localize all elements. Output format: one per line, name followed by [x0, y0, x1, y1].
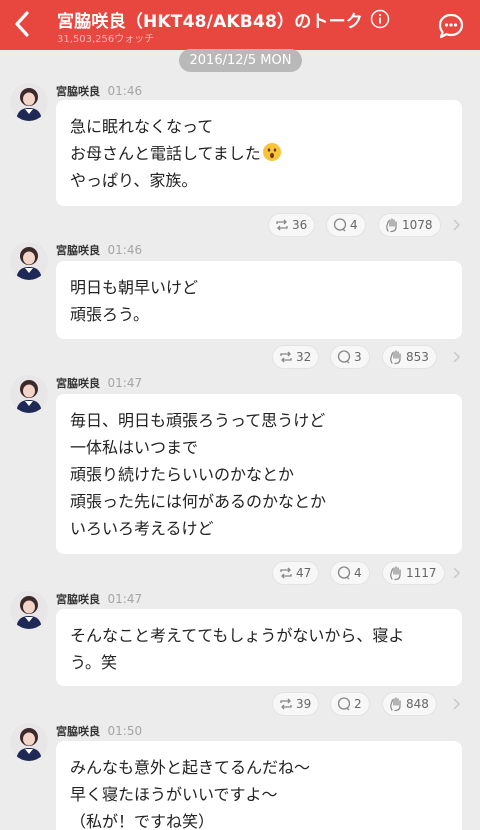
- avatar[interactable]: [10, 591, 48, 629]
- watcher-count: 31,503,256ウォッチ: [57, 34, 155, 45]
- comment-icon: [333, 218, 347, 232]
- message-text: お母さんと電話してました: [70, 144, 261, 163]
- post-meta: 宮脇咲良 01:50: [56, 723, 142, 739]
- message-line: 明日も朝早いけど: [70, 278, 199, 297]
- message-line: やっぱり、家族。: [70, 171, 198, 190]
- repost-icon: [280, 567, 292, 579]
- like-button[interactable]: 1117: [382, 561, 445, 585]
- like-button[interactable]: 1078: [378, 213, 441, 237]
- post-actions: 32 3 853: [0, 345, 480, 371]
- back-arrow-icon[interactable]: [8, 8, 38, 40]
- repost-count: 39: [296, 697, 312, 711]
- repost-button[interactable]: 47: [272, 561, 320, 585]
- page-title: 宮脇咲良（HKT48/AKB48）のトーク: [57, 12, 364, 32]
- comment-icon: [337, 697, 351, 711]
- post-meta: 宮脇咲良 01:47: [56, 591, 142, 607]
- message-bubble: そんなこと考えててもしょうがないから、寝よ う。笑: [56, 609, 462, 686]
- author-name: 宮脇咲良: [56, 593, 100, 606]
- message-line: 一体私はいつまで: [70, 438, 199, 457]
- astonished-face-icon: [262, 143, 281, 161]
- message-bubble: 毎日、明日も頑張ろうって思うけど 一体私はいつまで 頑張り続けたらいいのかなとか…: [56, 394, 462, 554]
- avatar[interactable]: [10, 723, 48, 761]
- chevron-right-icon[interactable]: [451, 349, 461, 365]
- avatar[interactable]: [10, 375, 48, 413]
- message-line: 頑張り続けたらいいのかなとか: [70, 465, 295, 484]
- author-name: 宮脇咲良: [56, 377, 100, 390]
- chat-bubble-icon[interactable]: [437, 12, 465, 40]
- comment-button[interactable]: 4: [330, 561, 370, 585]
- message-bubble: みんなも意外と起きてるんだね〜 早く寝たほうがいいですよ〜 （私が！ですね笑）: [56, 741, 462, 830]
- author-name: 宮脇咲良: [56, 725, 100, 738]
- post-actions: 36 4 1078: [0, 213, 480, 239]
- message-line: みんなも意外と起きてるんだね〜: [70, 758, 311, 777]
- like-count: 848: [406, 697, 429, 711]
- hand-clap-icon: [390, 566, 401, 581]
- post-time: 01:47: [107, 592, 143, 606]
- like-count: 1117: [406, 566, 437, 580]
- comment-count: 3: [354, 350, 362, 364]
- author-name: 宮脇咲良: [56, 85, 100, 98]
- post-time: 01:46: [107, 243, 143, 257]
- message-bubble: 急に眠れなくなって お母さんと電話してました やっぱり、家族。: [56, 100, 462, 206]
- message-line: 早く寝たほうがいいですよ〜: [70, 785, 278, 804]
- message-line: そんなこと考えててもしょうがないから、寝よ: [70, 626, 405, 645]
- like-button[interactable]: 848: [382, 692, 437, 716]
- message-line: う。笑: [70, 653, 118, 672]
- repost-icon: [276, 219, 288, 231]
- message-line-with-emoji: お母さんと電話してました: [70, 140, 448, 167]
- message-line: 毎日、明日も頑張ろうって思うけど: [70, 411, 326, 430]
- message-line: いろいろ考えるけど: [70, 519, 214, 538]
- message-line: 急に眠れなくなって: [70, 117, 214, 136]
- hand-clap-icon: [386, 218, 397, 233]
- author-name: 宮脇咲良: [56, 244, 100, 257]
- avatar[interactable]: [10, 242, 48, 280]
- message-line: （私が！ですね笑）: [70, 812, 215, 830]
- message-bubble: 明日も朝早いけど 頑張ろう。: [56, 261, 462, 339]
- post-actions: 47 4 1117: [0, 561, 480, 587]
- info-icon[interactable]: [370, 9, 390, 29]
- repost-count: 36: [292, 218, 308, 232]
- like-count: 1078: [402, 218, 433, 232]
- chevron-right-icon[interactable]: [451, 565, 461, 581]
- message-line: 頑張った先には何があるのかなとか: [70, 492, 327, 511]
- repost-icon: [280, 698, 292, 710]
- comment-count: 2: [354, 697, 362, 711]
- hand-clap-icon: [390, 697, 401, 712]
- repost-count: 47: [296, 566, 312, 580]
- post-time: 01:46: [107, 84, 143, 98]
- repost-count: 32: [296, 350, 312, 364]
- comment-icon: [337, 350, 351, 364]
- like-button[interactable]: 853: [382, 345, 437, 369]
- like-count: 853: [406, 350, 429, 364]
- chevron-right-icon[interactable]: [451, 696, 461, 712]
- avatar[interactable]: [10, 83, 48, 121]
- chevron-right-icon[interactable]: [451, 217, 461, 233]
- comment-button[interactable]: 2: [330, 692, 370, 716]
- repost-button[interactable]: 32: [272, 345, 320, 369]
- post-actions: 39 2 848: [0, 692, 480, 718]
- date-separator: 2016/12/5 MON: [179, 49, 302, 72]
- comment-count: 4: [350, 218, 358, 232]
- repost-button[interactable]: 36: [268, 213, 316, 237]
- comment-button[interactable]: 3: [330, 345, 370, 369]
- post-time: 01:47: [107, 376, 143, 390]
- hand-clap-icon: [390, 350, 401, 365]
- comment-count: 4: [354, 566, 362, 580]
- app-header: 宮脇咲良（HKT48/AKB48）のトーク 31,503,256ウォッチ: [0, 0, 480, 50]
- message-line: 頑張ろう。: [70, 305, 150, 324]
- repost-icon: [280, 351, 292, 363]
- post-meta: 宮脇咲良 01:46: [56, 242, 142, 258]
- comment-icon: [337, 566, 351, 580]
- repost-button[interactable]: 39: [272, 692, 320, 716]
- comment-button[interactable]: 4: [326, 213, 366, 237]
- post-time: 01:50: [107, 724, 143, 738]
- post-meta: 宮脇咲良 01:46: [56, 83, 142, 99]
- post-meta: 宮脇咲良 01:47: [56, 375, 142, 391]
